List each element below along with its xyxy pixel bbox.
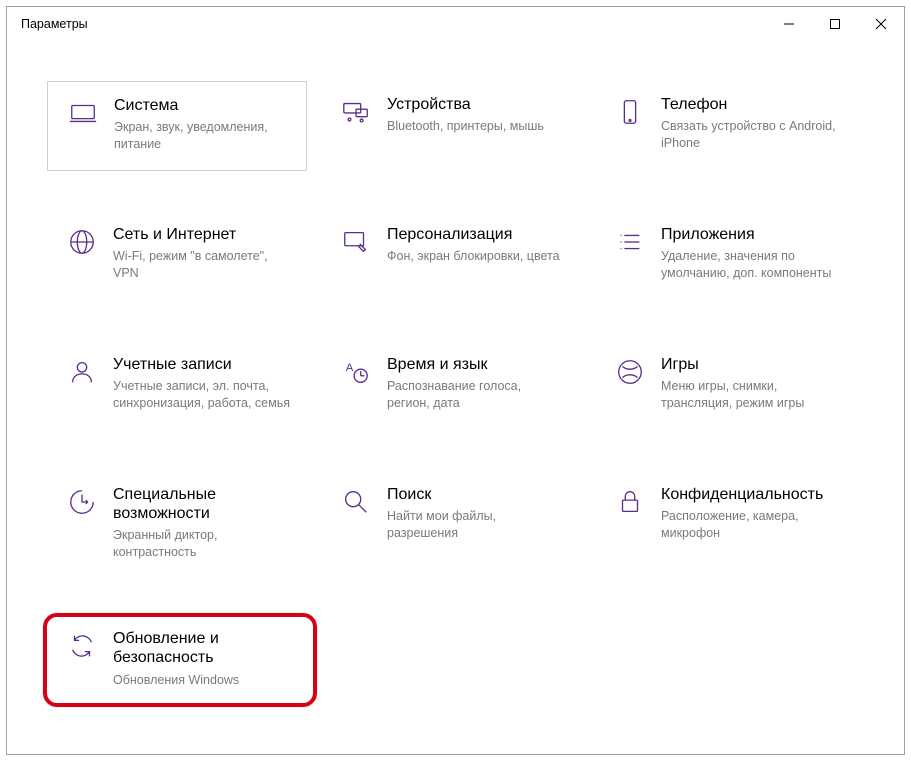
tile-title: Время и язык: [387, 355, 567, 374]
tile-accounts[interactable]: Учетные записи Учетные записи, эл. почта…: [47, 341, 307, 431]
tile-desc: Экран, звук, уведомления, питание: [114, 119, 292, 153]
tile-devices[interactable]: Устройства Bluetooth, принтеры, мышь: [321, 81, 581, 171]
tile-privacy[interactable]: Конфиденциальность Расположение, камера,…: [595, 471, 855, 575]
person-icon: [61, 355, 103, 387]
tile-desc: Фон, экран блокировки, цвета: [387, 248, 567, 265]
tile-title: Приложения: [661, 225, 841, 244]
tile-title: Система: [114, 96, 292, 115]
search-icon: [335, 485, 377, 517]
tile-title: Сеть и Интернет: [113, 225, 293, 244]
settings-content: Система Экран, звук, уведомления, питани…: [7, 41, 904, 705]
tile-update-security[interactable]: Обновление и безопасность Обновления Win…: [47, 615, 307, 705]
settings-grid: Система Экран, звук, уведомления, питани…: [47, 81, 864, 705]
tile-title: Учетные записи: [113, 355, 293, 374]
highlight-wrap: Обновление и безопасность Обновления Win…: [47, 615, 307, 705]
svg-text:A: A: [346, 362, 354, 374]
tile-gaming[interactable]: Игры Меню игры, снимки, трансляция, режи…: [595, 341, 855, 431]
tile-ease-of-access[interactable]: Специальные возможности Экранный диктор,…: [47, 471, 307, 575]
devices-icon: [335, 95, 377, 127]
lock-icon: [609, 485, 651, 517]
tile-network[interactable]: Сеть и Интернет Wi-Fi, режим "в самолете…: [47, 211, 307, 301]
tile-desc: Распознавание голоса, регион, дата: [387, 378, 567, 412]
tile-desc: Связать устройство с Android, iPhone: [661, 118, 841, 152]
window-title: Параметры: [21, 17, 766, 31]
apps-icon: [609, 225, 651, 257]
close-button[interactable]: [858, 7, 904, 41]
tile-desc: Экранный диктор, контрастность: [113, 527, 293, 561]
tile-title: Конфиденциальность: [661, 485, 841, 504]
tile-desc: Обновления Windows: [113, 672, 293, 689]
titlebar: Параметры: [7, 7, 904, 41]
paintbrush-icon: [335, 225, 377, 257]
minimize-button[interactable]: [766, 7, 812, 41]
tile-title: Персонализация: [387, 225, 567, 244]
globe-icon: [61, 225, 103, 257]
ease-of-access-icon: [61, 485, 103, 517]
tile-title: Игры: [661, 355, 841, 374]
tile-desc: Расположение, камера, микрофон: [661, 508, 841, 542]
tile-title: Устройства: [387, 95, 567, 114]
phone-icon: [609, 95, 651, 127]
window-controls: [766, 7, 904, 41]
display-icon: [62, 96, 104, 128]
tile-title: Телефон: [661, 95, 841, 114]
tile-desc: Меню игры, снимки, трансляция, режим игр…: [661, 378, 841, 412]
tile-personalization[interactable]: Персонализация Фон, экран блокировки, цв…: [321, 211, 581, 301]
tile-system[interactable]: Система Экран, звук, уведомления, питани…: [47, 81, 307, 171]
tile-desc: Удаление, значения по умолчанию, доп. ко…: [661, 248, 841, 282]
tile-apps[interactable]: Приложения Удаление, значения по умолчан…: [595, 211, 855, 301]
sync-icon: [61, 629, 103, 661]
maximize-button[interactable]: [812, 7, 858, 41]
tile-time-language[interactable]: A Время и язык Распознавание голоса, рег…: [321, 341, 581, 431]
tile-desc: Учетные записи, эл. почта, синхронизация…: [113, 378, 293, 412]
settings-window: Параметры Система Экран, звук, уведо: [6, 6, 905, 755]
tile-desc: Bluetooth, принтеры, мышь: [387, 118, 567, 135]
time-language-icon: A: [335, 355, 377, 387]
tile-title: Специальные возможности: [113, 485, 293, 523]
tile-search[interactable]: Поиск Найти мои файлы, разрешения: [321, 471, 581, 575]
tile-desc: Wi-Fi, режим "в самолете", VPN: [113, 248, 293, 282]
tile-phone[interactable]: Телефон Связать устройство с Android, iP…: [595, 81, 855, 171]
tile-title: Поиск: [387, 485, 567, 504]
tile-desc: Найти мои файлы, разрешения: [387, 508, 567, 542]
xbox-icon: [609, 355, 651, 387]
tile-title: Обновление и безопасность: [113, 629, 293, 667]
